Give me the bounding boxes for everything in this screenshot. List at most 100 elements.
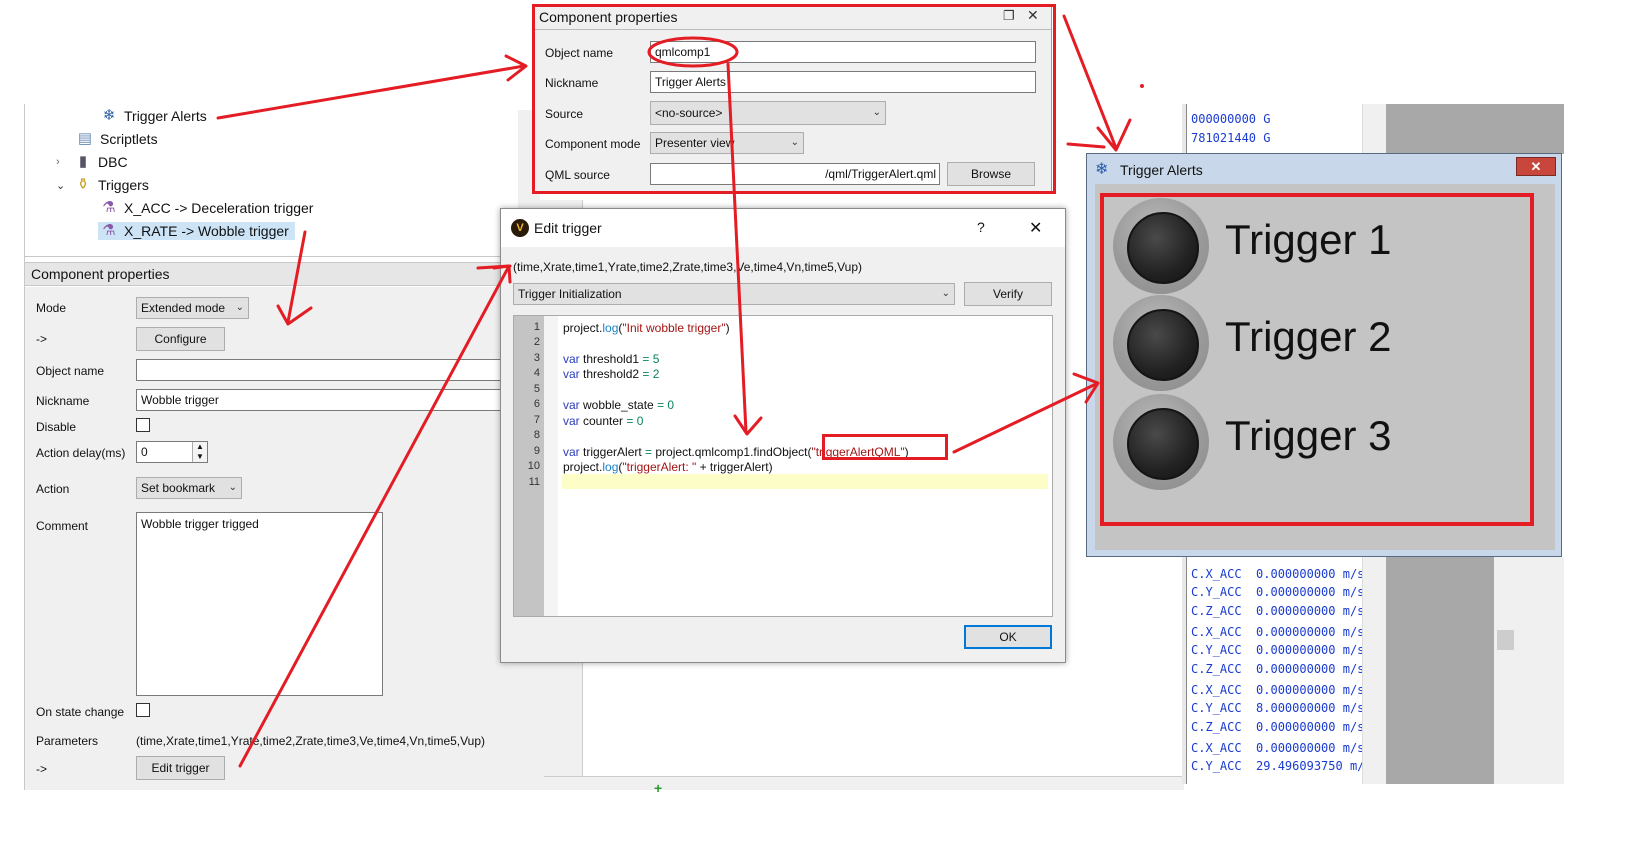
close-button[interactable]: ✕ — [1516, 157, 1556, 176]
tree-item-label: X_ACC -> Deceleration trigger — [124, 200, 314, 216]
configure-button[interactable]: Configure — [136, 327, 225, 351]
action-select[interactable]: Set bookmark ⌄ — [136, 477, 242, 499]
trigger-section-value: Trigger Initialization — [518, 287, 622, 301]
current-line-highlight — [562, 474, 1048, 489]
code-token: project.qmlcomp1.findObject( — [652, 445, 812, 459]
action-delay-label: Action delay(ms) — [36, 446, 126, 460]
tree-item-scriptlets[interactable]: ▤ Scriptlets — [76, 130, 158, 148]
code-line-3: var threshold1 = 5 — [563, 352, 659, 366]
disable-checkbox[interactable] — [136, 418, 150, 432]
action-delay-value: 0 — [141, 445, 148, 459]
code-token: 2 — [649, 367, 660, 381]
spin-up-icon[interactable]: ▲ — [193, 442, 207, 452]
line-number: 9 — [533, 445, 540, 457]
code-token: var — [563, 367, 580, 381]
code-token: 0 — [633, 414, 644, 428]
annotation-box-findobject — [822, 434, 948, 460]
app-logo-icon: V — [511, 219, 529, 237]
line-number: 6 — [533, 398, 540, 410]
close-icon: ✕ — [1530, 159, 1542, 174]
console-line: C.X_ACC 0.000000000 m/s/s — [1191, 625, 1379, 639]
mode-select[interactable]: Extended mode ⌄ — [136, 297, 249, 319]
mode-select-value: Extended mode — [141, 301, 226, 315]
chevron-down-icon: ⌄ — [941, 288, 950, 299]
tree-item-trigger-alerts[interactable]: ❄ Trigger Alerts — [100, 107, 207, 125]
tree-item-deceleration-trigger[interactable]: ⚗ X_ACC -> Deceleration trigger — [100, 199, 313, 217]
trigger-signature: (time,Xrate,time1,Yrate,time2,Zrate,time… — [513, 260, 863, 274]
chevron-right-icon[interactable]: › — [56, 156, 68, 168]
flask-icon: ⚗ — [102, 199, 116, 216]
code-line-6: var wobble_state = 0 — [563, 398, 674, 412]
arrow-line — [216, 64, 526, 120]
nickname-input[interactable]: Wobble trigger — [136, 389, 506, 411]
code-token: "triggerAlert: " — [622, 460, 697, 474]
help-icon[interactable]: ? — [977, 219, 985, 235]
component-properties-header: Component properties — [25, 262, 540, 286]
line-number-gutter: 1 2 3 4 5 6 7 8 9 10 11 — [514, 316, 544, 616]
tree-bottom-border — [24, 256, 540, 257]
code-editor[interactable]: 1 2 3 4 5 6 7 8 9 10 11 project.log("Ini… — [513, 315, 1053, 617]
fold-margin — [544, 316, 558, 616]
console-vscroll[interactable] — [1494, 557, 1520, 784]
close-icon[interactable]: ✕ — [1029, 218, 1042, 238]
nickname-label: Nickname — [36, 394, 90, 408]
code-token: threshold1 — [579, 352, 643, 366]
spin-down-icon[interactable]: ▼ — [193, 452, 207, 462]
code-token: triggerAlert — [579, 445, 646, 459]
tree-item-label: X_RATE -> Wobble trigger — [124, 223, 289, 239]
chevron-down-icon[interactable]: ⌄ — [56, 179, 68, 192]
code-token: threshold2 — [579, 367, 643, 381]
dialog-titlebar: V Edit trigger ? ✕ — [501, 209, 1065, 247]
code-token: var — [563, 445, 580, 459]
tree-item-wobble-trigger[interactable]: ⚗ X_RATE -> Wobble trigger — [98, 222, 295, 240]
parameters-value: (time,Xrate,time1,Yrate,time2,Zrate,time… — [136, 734, 486, 748]
spin-arrows[interactable]: ▲ ▼ — [192, 442, 207, 462]
trigger-section-select[interactable]: Trigger Initialization ⌄ — [513, 283, 955, 305]
scroll-thumb[interactable] — [1497, 630, 1514, 650]
on-state-change-checkbox[interactable] — [136, 703, 150, 717]
action-label: Action — [36, 482, 70, 496]
code-token: var — [563, 352, 580, 366]
console-line: 781021440 G — [1191, 131, 1271, 145]
line-number: 8 — [533, 429, 540, 441]
code-token: = — [645, 445, 653, 459]
edit-trigger-button[interactable]: Edit trigger — [136, 756, 225, 780]
ok-button[interactable]: OK — [964, 625, 1052, 649]
tree-item-label: Triggers — [98, 177, 149, 193]
console-line: C.X_ACC 0.000000000 m/s/s — [1191, 741, 1379, 755]
code-token: project. — [563, 460, 603, 474]
snowflake-icon: ❄ — [102, 107, 116, 124]
parameters-label: Parameters — [36, 734, 99, 748]
line-number: 7 — [533, 414, 540, 426]
code-line-10: project.log("triggerAlert: " + triggerAl… — [563, 460, 773, 474]
code-token: project. — [563, 321, 603, 335]
comment-label: Comment — [36, 519, 89, 533]
code-line-4: var threshold2 = 2 — [563, 367, 659, 381]
tree-item-dbc[interactable]: › ▮ DBC — [56, 153, 128, 171]
code-token: counter — [579, 414, 627, 428]
console-line: C.X_ACC 0.000000000 m/s/s — [1191, 567, 1379, 581]
console-line: C.Z_ACC 0.000000000 m/s/s — [1191, 720, 1379, 734]
code-line-7: var counter = 0 — [563, 414, 643, 428]
line-number: 11 — [528, 476, 540, 488]
comment-textarea[interactable]: Wobble trigger trigged — [136, 512, 383, 696]
arrow-head — [1096, 118, 1132, 152]
code-token: log — [602, 460, 619, 474]
mode-label: Mode — [36, 301, 67, 315]
object-name-input[interactable] — [136, 359, 506, 381]
tree-item-triggers[interactable]: ⌄ ⚱ Triggers — [56, 176, 149, 194]
arrow-head — [504, 54, 528, 82]
background-pane-lower — [1386, 557, 1494, 784]
add-tab-icon[interactable]: + — [654, 780, 662, 796]
line-number: 4 — [533, 367, 540, 379]
console-line: C.Y_ACC 8.000000000 m/s/s — [1191, 701, 1379, 715]
arrow-line — [1062, 14, 1118, 150]
code-token: "Init wobble trigger" — [622, 321, 726, 335]
arrow-label: -> — [36, 332, 48, 346]
verify-button[interactable]: Verify — [964, 282, 1052, 306]
line-number: 2 — [533, 336, 540, 348]
code-token: var — [563, 398, 580, 412]
chevron-down-icon: ⌄ — [235, 302, 244, 313]
chevron-down-icon: ⌄ — [228, 482, 237, 493]
workspace-tabbar — [544, 776, 1184, 790]
